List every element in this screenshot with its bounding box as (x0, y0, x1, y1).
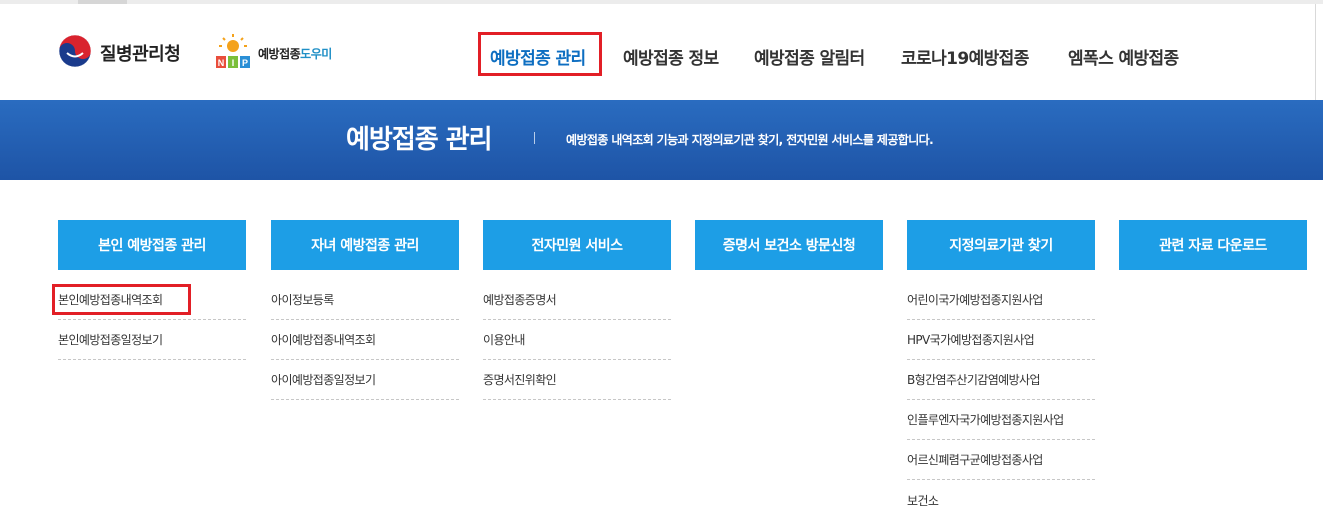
section-button-child-vaccination[interactable]: 자녀 예방접종 관리 (271, 220, 459, 270)
section-self-vaccination: 본인 예방접종 관리 본인예방접종내역조회 본인예방접종일정보기 (58, 220, 246, 360)
kdca-emblem-icon (58, 34, 92, 72)
section-button-e-civil-service[interactable]: 전자민원 서비스 (483, 220, 671, 270)
link-influenza-program[interactable]: 인플루엔자국가예방접종지원사업 (907, 400, 1095, 440)
banner-divider (534, 132, 535, 144)
link-usage-guide[interactable]: 이용안내 (483, 320, 671, 360)
banner-description: 예방접종 내역조회 기능과 지정의료기관 찾기, 전자민원 서비스를 제공합니다… (566, 133, 934, 147)
section-child-vaccination: 자녀 예방접종 관리 아이정보등록 아이예방접종내역조회 아이예방접종일정보기 (271, 220, 459, 400)
section-button-self-vaccination[interactable]: 본인 예방접종 관리 (58, 220, 246, 270)
kdca-logo[interactable]: 질병관리청 (58, 34, 181, 72)
org-name: 질병관리청 (100, 44, 181, 65)
page-banner: 예방접종 관리 예방접종 내역조회 기능과 지정의료기관 찾기, 전자민원 서비… (0, 100, 1323, 180)
section-e-civil-service: 전자민원 서비스 예방접종증명서 이용안내 증명서진위확인 (483, 220, 671, 400)
site-header: 질병관리청 N I P 예방접종도우미 예방접종 관리 예방접종 정보 예방접종… (0, 4, 1323, 100)
link-hepb-perinatal-program[interactable]: B형간염주산기감염예방사업 (907, 360, 1095, 400)
section-downloads: 관련 자료 다운로드 (1119, 220, 1307, 270)
link-self-vaccination-schedule[interactable]: 본인예방접종일정보기 (58, 320, 246, 360)
nav-vaccination-info[interactable]: 예방접종 정보 (623, 38, 719, 74)
link-child-vaccination-schedule[interactable]: 아이예방접종일정보기 (271, 360, 459, 400)
link-child-vaccination-history[interactable]: 아이예방접종내역조회 (271, 320, 459, 360)
svg-text:P: P (242, 58, 248, 68)
link-certificate-verification[interactable]: 증명서진위확인 (483, 360, 671, 400)
nav-vaccination-notice[interactable]: 예방접종 알림터 (754, 38, 865, 74)
link-vaccination-certificate[interactable]: 예방접종증명서 (483, 280, 671, 320)
link-hpv-program[interactable]: HPV국가예방접종지원사업 (907, 320, 1095, 360)
section-list: 어린이국가예방접종지원사업 HPV국가예방접종지원사업 B형간염주산기감염예방사… (907, 280, 1095, 520)
svg-text:I: I (232, 58, 235, 68)
nip-logo-text: 예방접종도우미 (258, 46, 332, 61)
section-list: 예방접종증명서 이용안내 증명서진위확인 (483, 280, 671, 400)
section-button-designated-clinic[interactable]: 지정의료기관 찾기 (907, 220, 1095, 270)
section-button-downloads[interactable]: 관련 자료 다운로드 (1119, 220, 1307, 270)
nip-logo-icon: N I P (212, 32, 254, 74)
link-health-center[interactable]: 보건소 (907, 480, 1095, 520)
link-child-national-program[interactable]: 어린이국가예방접종지원사업 (907, 280, 1095, 320)
section-list: 아이정보등록 아이예방접종내역조회 아이예방접종일정보기 (271, 280, 459, 400)
link-child-info-register[interactable]: 아이정보등록 (271, 280, 459, 320)
nav-vaccination-management[interactable]: 예방접종 관리 (490, 38, 586, 74)
section-certificate-visit: 증명서 보건소 방문신청 (695, 220, 883, 270)
nip-logo[interactable]: N I P 예방접종도우미 (212, 34, 332, 72)
page-edge-line (1315, 4, 1316, 100)
section-button-certificate-visit[interactable]: 증명서 보건소 방문신청 (695, 220, 883, 270)
section-designated-clinic: 지정의료기관 찾기 어린이국가예방접종지원사업 HPV국가예방접종지원사업 B형… (907, 220, 1095, 520)
nav-mpox-vaccination[interactable]: 엠폭스 예방접종 (1068, 38, 1179, 74)
nav-covid19-vaccination[interactable]: 코로나19예방접종 (901, 38, 1029, 74)
svg-text:N: N (218, 58, 225, 68)
link-self-vaccination-history[interactable]: 본인예방접종내역조회 (58, 280, 246, 320)
link-senior-pneumococcal-program[interactable]: 어르신폐렴구균예방접종사업 (907, 440, 1095, 480)
banner-title: 예방접종 관리 (346, 125, 493, 155)
section-list: 본인예방접종내역조회 본인예방접종일정보기 (58, 280, 246, 360)
